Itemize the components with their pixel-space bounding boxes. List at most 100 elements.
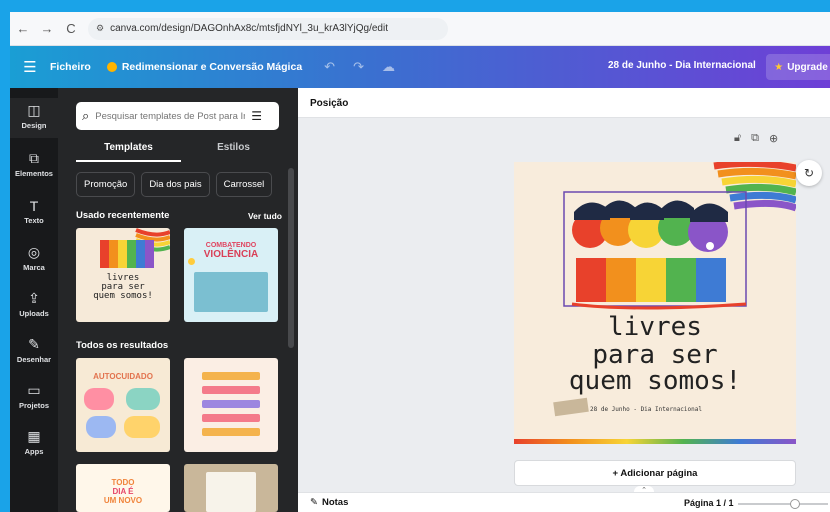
chip-carousel[interactable]: Carrossel <box>215 172 273 197</box>
label-bar <box>202 386 260 394</box>
rail-item-label: Marca <box>23 263 45 272</box>
rail-item-design[interactable]: ◫ Design <box>10 98 58 138</box>
add-page-icon[interactable]: ⊕ <box>769 132 778 145</box>
design-title[interactable]: 28 de Junho - Dia Internacional <box>608 60 756 71</box>
rail-item-label: Uploads <box>19 309 49 318</box>
star-icon: ★ <box>774 61 784 73</box>
rail-item-uploads[interactable]: ⇪ Uploads <box>10 286 58 326</box>
search-input[interactable] <box>95 110 246 122</box>
result-template-4[interactable] <box>184 464 278 512</box>
folder-icon: ▭ <box>27 382 41 398</box>
magic-resize-button[interactable]: Redimensionar e Conversão Mágica <box>106 61 302 73</box>
upload-icon: ⇪ <box>28 290 40 306</box>
page-actions: 🔓︎ ⧉ ⊕ <box>734 132 778 145</box>
thumb-caption: TODO DIA É UM NOVO <box>76 478 170 505</box>
shape-blob <box>86 416 116 438</box>
filter-icon[interactable]: ☰ <box>251 109 262 123</box>
result-template-1[interactable]: AUTOCUIDADO <box>76 358 170 452</box>
photo-placeholder <box>194 272 268 312</box>
refresh-icon[interactable]: ↻ <box>796 160 822 186</box>
browser-toolbar: ← → C ⚙ canva.com/design/DAGOnhAx8c/mtsf… <box>10 12 830 46</box>
site-settings-icon[interactable]: ⚙ <box>96 23 104 34</box>
label-bar <box>202 400 260 408</box>
rail-item-elements[interactable]: ⧉ Elementos <box>10 146 58 186</box>
address-bar[interactable]: ⚙ canva.com/design/DAGOnhAx8c/mtsfjdNYl_… <box>88 17 448 40</box>
rainbow-people-illustration <box>553 162 796 417</box>
menu-icon[interactable]: ☰ <box>10 58 50 76</box>
app-window: ← → C ⚙ canva.com/design/DAGOnhAx8c/mtsf… <box>10 12 830 512</box>
rail-item-draw[interactable]: ✎ Desenhar <box>10 332 58 372</box>
design-icon: ◫ <box>27 102 41 118</box>
search-icon: ⌕ <box>82 108 90 123</box>
rail-item-brand[interactable]: ◎ Marca <box>10 240 58 280</box>
rail-item-apps[interactable]: ▦ Apps <box>10 424 58 464</box>
cloud-save-icon[interactable]: ☁ <box>382 59 395 75</box>
rainbow-strip <box>514 439 796 444</box>
decorative-dot <box>188 258 195 265</box>
brand-icon: ◎ <box>27 244 41 260</box>
arrow-right-icon[interactable]: → <box>40 21 54 36</box>
design-canvas[interactable]: livres para ser quem somos! 28 de Junho … <box>514 162 796 444</box>
rail-item-projects[interactable]: ▭ Projetos <box>10 378 58 418</box>
thumb-line: UM NOVO <box>103 496 143 505</box>
undo-icon[interactable]: ↶ <box>324 59 335 75</box>
notes-button[interactable]: ✎ Notas <box>310 497 348 508</box>
canva-header: ☰ Ficheiro Redimensionar e Conversão Mág… <box>10 46 830 88</box>
editor-area: Posição 🔓︎ ⧉ ⊕ livres para ser quem somo… <box>298 88 830 512</box>
label-bar <box>202 372 260 380</box>
see-all-link[interactable]: Ver tudo <box>248 211 282 221</box>
recent-template-1[interactable]: livres para ser quem somos! <box>76 228 170 322</box>
thumb-line: quem somos! <box>93 291 153 301</box>
zoom-slider-handle[interactable] <box>790 499 800 509</box>
panel-tabs: Templates Estilos <box>76 138 286 162</box>
apps-icon: ▦ <box>27 428 41 444</box>
editor-toolbar: Posição <box>298 88 830 118</box>
tab-styles[interactable]: Estilos <box>181 138 286 162</box>
rail-item-label: Projetos <box>18 401 49 410</box>
thumb-caption: COMBATENDO VIOLÊNCIA <box>184 242 278 260</box>
thumb-title: AUTOCUIDADO <box>93 372 153 381</box>
upgrade-button[interactable]: ★ Upgrade <box>766 54 830 80</box>
recent-template-2[interactable]: COMBATENDO VIOLÊNCIA <box>184 228 278 322</box>
history-controls: ↶ ↷ ☁ <box>324 59 395 75</box>
rail-item-label: Design <box>21 121 47 130</box>
file-menu-button[interactable]: Ficheiro <box>50 61 91 73</box>
page-indicator[interactable]: Página 1 / 1 <box>684 498 734 508</box>
chip-promotion[interactable]: Promoção <box>76 172 136 197</box>
arrow-left-icon[interactable]: ← <box>16 21 30 36</box>
thumb-line: DIA É <box>112 487 134 496</box>
rail-item-text[interactable]: T Texto <box>10 194 58 234</box>
canvas-subtitle[interactable]: 28 de Junho - Dia Internacional <box>590 406 702 413</box>
canvas-heading-line-1[interactable]: livres <box>514 314 796 341</box>
chip-fathers-day[interactable]: Dia dos pais <box>141 172 210 197</box>
position-button[interactable]: Posição <box>310 98 348 109</box>
recent-section-title: Usado recentemente <box>76 210 170 221</box>
notes-label: Notas <box>321 497 349 508</box>
rail-item-label: Texto <box>24 216 44 225</box>
redo-icon[interactable]: ↷ <box>353 59 364 75</box>
label-bar <box>202 428 260 436</box>
thumb-caption: livres para ser quem somos! <box>76 274 170 301</box>
templates-panel: ⌕ ☰ Templates Estilos Promoção Dia dos p… <box>58 88 298 512</box>
panel-scrollbar[interactable] <box>288 168 294 348</box>
text-icon: T <box>29 198 39 214</box>
shape-blob <box>84 388 114 410</box>
shape-blob <box>124 416 160 438</box>
result-template-2[interactable] <box>184 358 278 452</box>
left-rail: ◫ Design ⧉ Elementos T Texto ◎ Marca ⇪ U… <box>10 88 58 512</box>
label-bar <box>202 414 260 422</box>
canvas-heading-line-2[interactable]: para ser <box>514 342 796 369</box>
rail-item-label: Elementos <box>15 169 53 178</box>
duplicate-page-icon[interactable]: ⧉ <box>751 132 759 145</box>
result-template-3[interactable]: TODO DIA É UM NOVO <box>76 464 170 512</box>
notes-icon: ✎ <box>310 497 318 508</box>
shape-blob <box>126 388 160 410</box>
lock-icon[interactable]: 🔓︎ <box>734 132 741 145</box>
reload-icon[interactable]: C <box>64 21 78 36</box>
zoom-slider[interactable] <box>738 499 828 509</box>
thumb-line: TODO <box>111 478 135 487</box>
thumb-line: VIOLÊNCIA <box>203 249 259 260</box>
tab-templates[interactable]: Templates <box>76 138 181 162</box>
canvas-heading-line-3[interactable]: quem somos! <box>514 368 796 395</box>
add-page-button[interactable]: + Adicionar página <box>514 460 796 486</box>
